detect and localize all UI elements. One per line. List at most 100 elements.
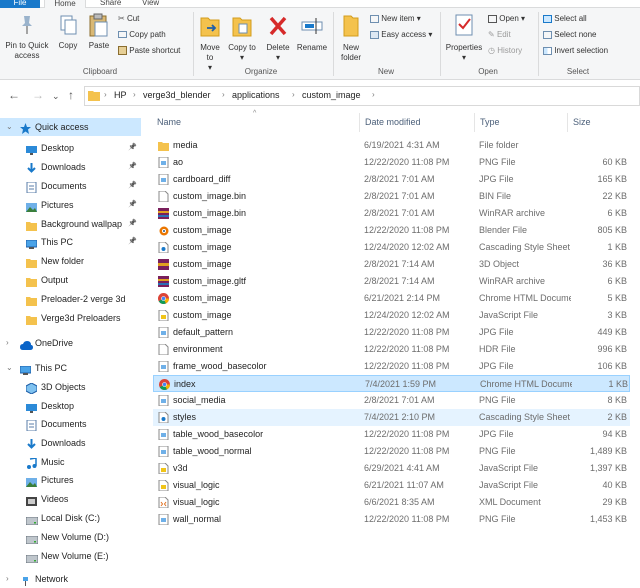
history-button[interactable]: ◷ History (488, 45, 522, 57)
column-header-type[interactable]: Type (480, 117, 500, 127)
sidebar-item[interactable]: Verge3d Preloaders (0, 309, 141, 327)
new-folder-button[interactable]: New folder (336, 12, 366, 63)
sidebar-item[interactable]: New folder (0, 252, 141, 270)
breadcrumb-applications[interactable]: applications (232, 90, 280, 100)
file-row[interactable]: media 6/19/2021 4:31 AM File folder (153, 137, 630, 154)
expand-chevron-icon[interactable]: › (6, 334, 9, 352)
sidebar-item[interactable]: This PC 📌 (0, 233, 141, 251)
column-divider[interactable] (567, 113, 568, 132)
rename-button[interactable]: Rename (295, 12, 329, 53)
sidebar-item[interactable]: OneDrive › (0, 334, 141, 352)
properties-button[interactable]: Properties ▾ (443, 12, 485, 63)
file-row[interactable]: ao 12/22/2020 11:08 PM PNG File 60 KB (153, 154, 630, 171)
sidebar-item[interactable]: 3D Objects (0, 378, 141, 396)
tab-home[interactable]: Home (44, 0, 86, 8)
file-row[interactable]: custom_image 12/24/2020 12:02 AM Cascading… (153, 239, 630, 256)
sidebar-item[interactable]: Desktop (0, 397, 141, 415)
move-to-button[interactable]: Move to ▾ (196, 12, 224, 73)
sidebar-item[interactable]: Music (0, 453, 141, 471)
file-row[interactable]: custom_image.gltf 2/8/2021 7:14 AM WinRAR … (153, 273, 630, 290)
cut-button[interactable]: ✂ Cut (118, 13, 139, 25)
file-row[interactable]: index 7/4/2021 1:59 PM Chrome HTML Documen… (153, 375, 630, 392)
copy-path-button[interactable]: Copy path (118, 29, 166, 41)
open-button[interactable]: Open ▾ (488, 13, 525, 25)
sidebar-item[interactable]: Network › (0, 570, 141, 588)
expand-chevron-icon[interactable]: ⌄ (6, 359, 13, 377)
new-item-button[interactable]: New item ▾ (370, 13, 421, 25)
sidebar-item[interactable]: Downloads (0, 434, 141, 452)
delete-button[interactable]: Delete ▾ (263, 12, 293, 63)
file-type: Cascading Style Sheet (479, 412, 571, 422)
sidebar-item[interactable]: Downloads 📌 (0, 158, 141, 176)
forward-arrow-icon[interactable]: → (32, 88, 44, 102)
pin-to-quick-access-button[interactable]: Pin to Quick access (2, 14, 52, 61)
sidebar-item[interactable]: This PC ⌄ (0, 359, 141, 377)
file-row[interactable]: wall_normal 12/22/2020 11:08 PM PNG File 1,… (153, 511, 630, 528)
file-row[interactable]: custom_image 2/8/2021 7:14 AM 3D Object 36 … (153, 256, 630, 273)
tab-view[interactable]: View (142, 0, 159, 8)
file-row[interactable]: frame_wood_basecolor 12/22/2020 11:08 PM J… (153, 358, 630, 375)
file-type: JavaScript File (479, 310, 539, 320)
sidebar-item[interactable]: Local Disk (C:) (0, 509, 141, 527)
breadcrumb-hp[interactable]: HP (114, 90, 127, 100)
breadcrumb-verge3d-blender[interactable]: verge3d_blender (143, 90, 211, 100)
file-row[interactable]: custom_image.bin 2/8/2021 7:01 AM BIN File… (153, 188, 630, 205)
file-type: Cascading Style Sheet (479, 242, 571, 252)
tab-share[interactable]: Share (100, 0, 121, 8)
file-row[interactable]: social_media 2/8/2021 7:01 AM PNG File 8 KB (153, 392, 630, 409)
sidebar-item[interactable]: Videos (0, 490, 141, 508)
file-row[interactable]: environment 12/22/2020 11:08 PM HDR File 99… (153, 341, 630, 358)
select-none-button[interactable]: Select none (543, 29, 597, 41)
invert-selection-button[interactable]: Invert selection (543, 45, 608, 57)
file-type: JPG File (479, 327, 514, 337)
file-row[interactable]: v3d 6/29/2021 4:41 AM JavaScript File 1,397… (153, 460, 630, 477)
file-row[interactable]: table_wood_basecolor 12/22/2020 11:08 PM J… (153, 426, 630, 443)
column-divider[interactable] (474, 113, 475, 132)
select-all-button[interactable]: Select all (543, 13, 587, 25)
file-date: 6/29/2021 4:41 AM (364, 463, 440, 473)
select-all-label: Select all (554, 14, 587, 23)
back-arrow-icon[interactable]: ← (8, 88, 20, 102)
sidebar-item[interactable]: New Volume (D:) (0, 528, 141, 546)
expand-chevron-icon[interactable]: › (6, 570, 9, 588)
file-row[interactable]: visual_logic 6/21/2021 11:07 AM JavaScript… (153, 477, 630, 494)
recent-locations-chevron-icon[interactable]: ⌄ (52, 91, 60, 102)
sidebar-item[interactable]: New Volume (E:) (0, 547, 141, 565)
sidebar-item[interactable]: Preloader-2 verge 3d (0, 290, 141, 308)
easy-access-button[interactable]: Easy access ▾ (370, 29, 432, 41)
sidebar-item[interactable]: Quick access ⌄ (0, 118, 141, 136)
copy-button[interactable]: Copy (55, 14, 81, 51)
copy-to-button[interactable]: Copy to ▾ (228, 12, 256, 63)
pc-icon (25, 237, 38, 249)
ribbon-divider (440, 12, 441, 76)
file-row[interactable]: visual_logic 6/6/2021 8:35 AM XML Document… (153, 494, 630, 511)
file-row[interactable]: cardboard_diff 2/8/2021 7:01 AM JPG File 16… (153, 171, 630, 188)
sidebar-item[interactable]: Pictures (0, 471, 141, 489)
column-header-date[interactable]: Date modified (365, 117, 421, 127)
sidebar-item[interactable]: Pictures 📌 (0, 196, 141, 214)
tab-file[interactable]: File (0, 0, 40, 8)
breadcrumb-custom-image[interactable]: custom_image (302, 90, 361, 100)
paste-shortcut-button[interactable]: Paste shortcut (118, 45, 180, 57)
file-row[interactable]: styles 7/4/2021 2:10 PM Cascading Style Sh… (153, 409, 630, 426)
file-row[interactable]: table_wood_normal 12/22/2020 11:08 PM PNG … (153, 443, 630, 460)
sidebar-item[interactable]: Output (0, 271, 141, 289)
column-header-name[interactable]: Name (157, 117, 181, 127)
column-header-size[interactable]: Size (573, 117, 591, 127)
sidebar-item[interactable]: Background wallpap 📌 (0, 215, 141, 233)
file-row[interactable]: default_pattern 12/22/2020 11:08 PM JPG Fi… (153, 324, 630, 341)
sidebar-item[interactable]: Documents (0, 415, 141, 433)
file-row[interactable]: custom_image.bin 2/8/2021 7:01 AM WinRAR a… (153, 205, 630, 222)
expand-chevron-icon[interactable]: ⌄ (6, 118, 13, 136)
sidebar-item[interactable]: Desktop 📌 (0, 139, 141, 157)
sidebar-item[interactable]: Documents 📌 (0, 177, 141, 195)
edit-button[interactable]: ✎ Edit (488, 29, 511, 41)
download-icon (26, 438, 37, 449)
paste-button[interactable]: Paste (85, 12, 113, 51)
file-row[interactable]: custom_image 12/22/2020 11:08 PM Blender F… (153, 222, 630, 239)
pc-icon (19, 363, 32, 375)
file-row[interactable]: custom_image 12/24/2020 12:02 AM JavaScrip… (153, 307, 630, 324)
file-row[interactable]: custom_image 6/21/2021 2:14 PM Chrome HTML… (153, 290, 630, 307)
up-arrow-icon[interactable]: ↑ (68, 88, 74, 102)
column-divider[interactable] (359, 113, 360, 132)
